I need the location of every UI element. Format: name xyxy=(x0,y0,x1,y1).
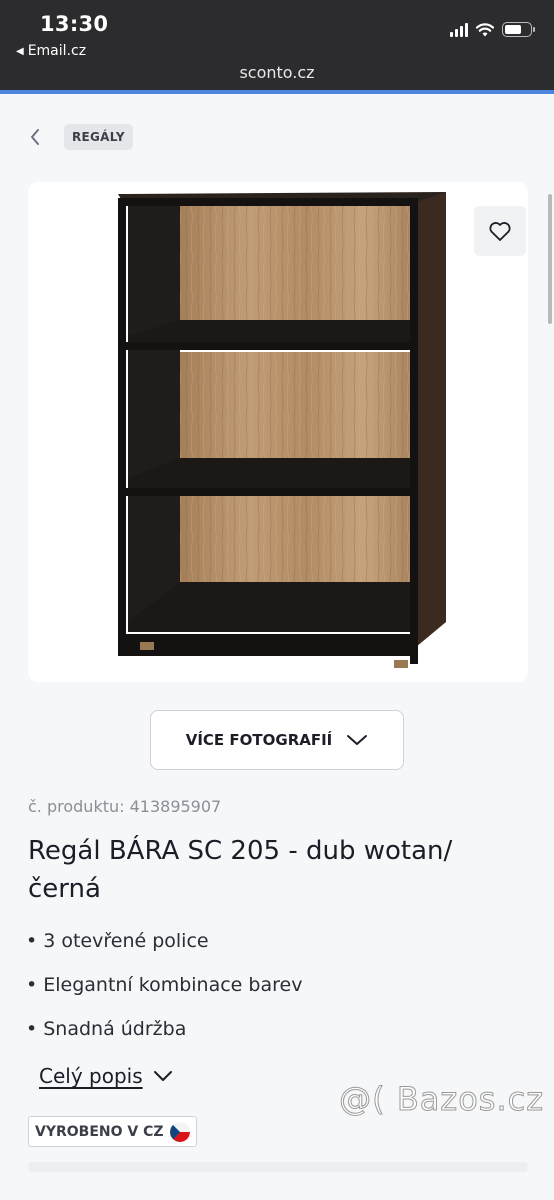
browser-top-bar: 13:30 ◀ Email.cz sconto.cz xyxy=(0,0,554,90)
wifi-icon xyxy=(476,22,494,36)
signal-icon xyxy=(450,22,468,37)
product-title: Regál BÁRA SC 205 - dub wotan/ černá xyxy=(28,836,453,904)
product-page: REGÁLY VÍCE FOTOGRAFIÍ č. produktu: 4138… xyxy=(0,94,554,1200)
feature-list: 3 otevřené police Elegantní kombinace ba… xyxy=(26,930,302,1062)
chevron-down-icon xyxy=(153,1071,172,1081)
scrollbar[interactable] xyxy=(548,194,552,324)
product-image-card[interactable] xyxy=(28,182,528,682)
made-in-badge: VYROBENO V CZ xyxy=(28,1116,197,1147)
breadcrumb: REGÁLY xyxy=(28,124,133,150)
next-section-strip xyxy=(28,1162,528,1172)
more-photos-label: VÍCE FOTOGRAFIÍ xyxy=(185,731,333,749)
battery-icon xyxy=(502,22,535,37)
full-description-label: Celý popis xyxy=(39,1064,143,1088)
chevron-down-icon xyxy=(347,735,368,745)
status-time: 13:30 xyxy=(40,12,109,36)
watermark-logo: @( Bazos.cz xyxy=(339,1080,544,1119)
url-bar[interactable]: sconto.cz xyxy=(0,63,554,82)
full-description-link[interactable]: Celý popis xyxy=(39,1064,173,1088)
more-photos-button[interactable]: VÍCE FOTOGRAFIÍ xyxy=(150,710,404,770)
favorite-button[interactable] xyxy=(474,206,526,256)
back-triangle-icon: ◀ xyxy=(16,45,24,57)
feature-item: 3 otevřené police xyxy=(26,930,302,974)
feature-item: Elegantní kombinace barev xyxy=(26,974,302,1018)
feature-item: Snadná údržba xyxy=(26,1018,302,1062)
made-in-label: VYROBENO V CZ xyxy=(35,1123,164,1140)
heart-icon xyxy=(489,222,511,241)
product-sku: č. produktu: 413895907 xyxy=(28,797,222,816)
chevron-left-icon[interactable] xyxy=(28,127,42,147)
status-icons xyxy=(450,22,535,37)
back-app-label: Email.cz xyxy=(27,43,87,59)
czech-flag-icon xyxy=(169,1121,190,1142)
back-to-app[interactable]: ◀ Email.cz xyxy=(16,43,86,59)
breadcrumb-category[interactable]: REGÁLY xyxy=(64,124,133,150)
product-image-shelf xyxy=(118,192,446,668)
